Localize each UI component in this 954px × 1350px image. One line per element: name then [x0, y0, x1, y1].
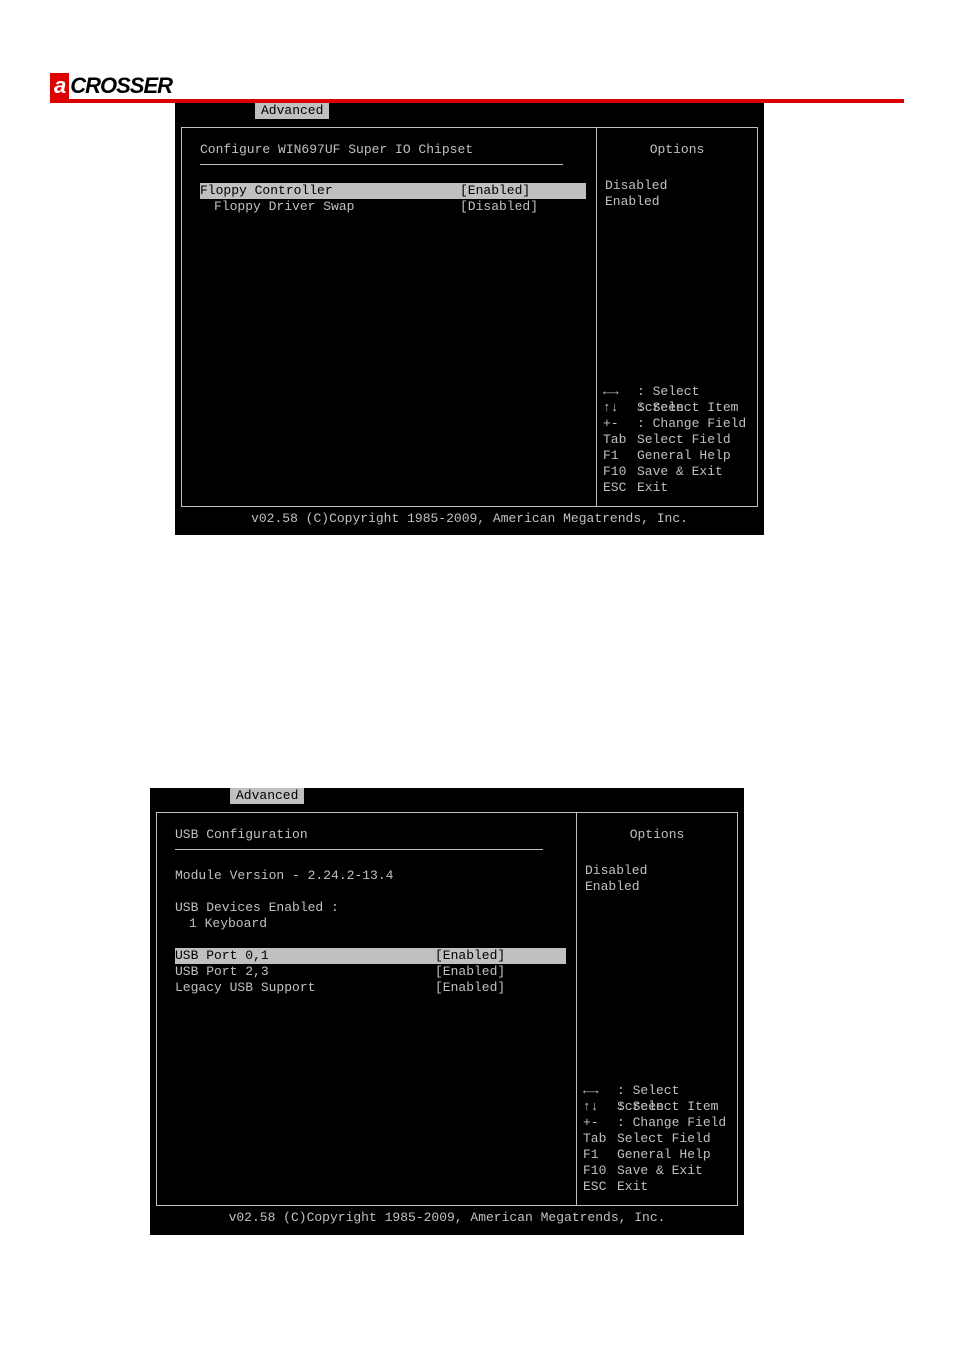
help-text: General Help: [617, 1147, 711, 1163]
setting-row[interactable]: Floppy Driver Swap[Disabled]: [200, 199, 586, 215]
usb-devices-block: USB Devices Enabled : 1 Keyboard: [175, 900, 566, 932]
brand-logo: a CROSSER: [50, 73, 172, 99]
left-pane: USB Configuration Module Version - 2.24.…: [157, 813, 577, 1205]
section-title: USB Configuration: [175, 827, 566, 843]
setting-label: USB Port 2,3: [175, 964, 435, 980]
bios-body: Configure WIN697UF Super IO Chipset Flop…: [181, 127, 758, 507]
copyright: v02.58 (C)Copyright 1985-2009, American …: [150, 1210, 744, 1228]
setting-row[interactable]: USB Port 0,1[Enabled]: [175, 948, 566, 964]
help-row: F10Save & Exit: [583, 1163, 731, 1179]
help-text: Save & Exit: [617, 1163, 703, 1179]
help-row: TabSelect Field: [583, 1131, 731, 1147]
help-text: : Change Field: [637, 416, 746, 432]
setting-value: [Enabled]: [435, 980, 535, 996]
help-text: Exit: [637, 480, 668, 496]
help-block: ←→: Select Screen↑↓: Select Item+-: Chan…: [583, 1083, 731, 1195]
option-item[interactable]: Disabled: [605, 178, 749, 194]
help-key: +-: [583, 1115, 617, 1131]
option-item[interactable]: Enabled: [605, 194, 749, 210]
setting-row[interactable]: Legacy USB Support[Enabled]: [175, 980, 566, 996]
tab-advanced[interactable]: Advanced: [255, 103, 329, 119]
option-item[interactable]: Enabled: [585, 879, 729, 895]
help-key: ESC: [603, 480, 637, 496]
help-row: ↑↓: Select Item: [583, 1099, 731, 1115]
help-row: F1General Help: [583, 1147, 731, 1163]
right-pane: Options DisabledEnabled ←→: Select Scree…: [577, 813, 737, 1205]
help-row: ←→: Select Screen: [603, 384, 751, 400]
usb-devices-value: 1 Keyboard: [175, 916, 566, 932]
setting-label: Legacy USB Support: [175, 980, 435, 996]
setting-value: [Enabled]: [460, 183, 560, 199]
help-row: +-: Change Field: [603, 416, 751, 432]
help-key: F1: [583, 1147, 617, 1163]
logo-rest: CROSSER: [70, 73, 172, 99]
tab-advanced[interactable]: Advanced: [230, 788, 304, 804]
help-text: : Change Field: [617, 1115, 726, 1131]
help-key: F10: [603, 464, 637, 480]
help-key: F1: [603, 448, 637, 464]
help-key: F10: [583, 1163, 617, 1179]
help-key: ←→: [603, 384, 637, 400]
help-row: ←→: Select Screen: [583, 1083, 731, 1099]
help-text: Select Field: [637, 432, 731, 448]
tab-bar: Advanced: [175, 103, 764, 121]
help-row: ESCExit: [603, 480, 751, 496]
setting-row[interactable]: Floppy Controller[Enabled]: [200, 183, 586, 199]
help-row: F1General Help: [603, 448, 751, 464]
usb-devices-label: USB Devices Enabled :: [175, 900, 566, 916]
copyright: v02.58 (C)Copyright 1985-2009, American …: [175, 511, 764, 529]
setting-value: [Enabled]: [435, 964, 535, 980]
section-title: Configure WIN697UF Super IO Chipset: [200, 142, 586, 158]
help-key: Tab: [603, 432, 637, 448]
tab-bar: Advanced: [150, 788, 744, 806]
module-version: Module Version - 2.24.2-13.4: [175, 868, 566, 884]
help-key: Tab: [583, 1131, 617, 1147]
help-text: Save & Exit: [637, 464, 723, 480]
setting-value: [Disabled]: [460, 199, 560, 215]
help-block: ←→: Select Screen↑↓: Select Item+-: Chan…: [603, 384, 751, 496]
left-pane: Configure WIN697UF Super IO Chipset Flop…: [182, 128, 597, 506]
help-text: Exit: [617, 1179, 648, 1195]
setting-label: Floppy Controller: [200, 183, 460, 199]
help-text: : Select Item: [637, 400, 738, 416]
logo-prefix: a: [50, 73, 69, 99]
title-underline: [200, 164, 563, 165]
help-row: TabSelect Field: [603, 432, 751, 448]
right-pane: Options DisabledEnabled ←→: Select Scree…: [597, 128, 757, 506]
bios-body: USB Configuration Module Version - 2.24.…: [156, 812, 738, 1206]
help-text: : Select Screen: [637, 384, 751, 400]
help-text: : Select Item: [617, 1099, 718, 1115]
header-bar: a CROSSER: [50, 75, 904, 103]
options-title: Options: [585, 827, 729, 843]
bios-screen-2: Advanced USB Configuration Module Versio…: [150, 788, 744, 1235]
help-row: ↑↓: Select Item: [603, 400, 751, 416]
title-underline: [175, 849, 543, 850]
setting-label: USB Port 0,1: [175, 948, 435, 964]
help-key: ↑↓: [583, 1099, 617, 1115]
help-row: +-: Change Field: [583, 1115, 731, 1131]
help-row: ESCExit: [583, 1179, 731, 1195]
help-text: General Help: [637, 448, 731, 464]
help-text: Select Field: [617, 1131, 711, 1147]
help-key: +-: [603, 416, 637, 432]
help-row: F10Save & Exit: [603, 464, 751, 480]
help-key: ←→: [583, 1083, 617, 1099]
setting-row[interactable]: USB Port 2,3[Enabled]: [175, 964, 566, 980]
setting-label: Floppy Driver Swap: [200, 199, 460, 215]
help-key: ↑↓: [603, 400, 637, 416]
help-text: : Select Screen: [617, 1083, 731, 1099]
option-item[interactable]: Disabled: [585, 863, 729, 879]
options-title: Options: [605, 142, 749, 158]
help-key: ESC: [583, 1179, 617, 1195]
bios-screen-1: Advanced Configure WIN697UF Super IO Chi…: [175, 103, 764, 535]
setting-value: [Enabled]: [435, 948, 535, 964]
